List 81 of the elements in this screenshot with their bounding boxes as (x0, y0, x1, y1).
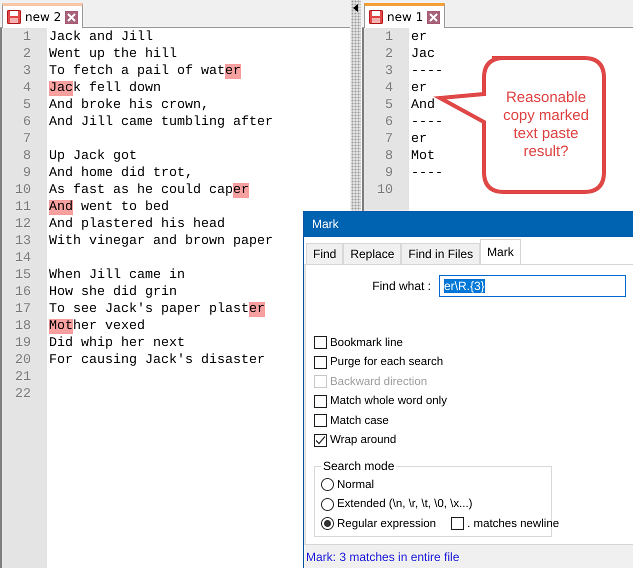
line-number: 5 (22, 98, 31, 113)
option-label: Wrap around (330, 434, 396, 446)
option-label: Backward direction (330, 376, 428, 388)
code-line: Mother vexed (49, 319, 145, 334)
option-label: Match whole word only (330, 395, 447, 408)
option-label: Normal (337, 478, 374, 491)
line-number: 2 (384, 47, 393, 62)
line-number: 1 (384, 30, 393, 45)
line-number: 15 (14, 268, 31, 283)
code-line: er (411, 81, 427, 96)
line-number: 11 (14, 200, 31, 215)
code-line: ---- (411, 166, 443, 181)
dialog-tab[interactable]: Find in Files (401, 243, 480, 264)
code-line: To fetch a pail of water (49, 64, 241, 79)
code-line: Jack and Jill (49, 30, 153, 45)
line-number: 10 (376, 183, 393, 198)
option-label: Regular expression (337, 518, 436, 530)
code-line: And (411, 98, 435, 113)
option-label: Purge for each search (330, 356, 444, 368)
code-line: And went to bed (49, 200, 169, 215)
line-number: 2 (22, 47, 31, 62)
line-number: 1 (22, 30, 31, 45)
code-line: Went up the hill (49, 47, 177, 62)
code-line: Jac (411, 47, 435, 62)
dialog-title: Mark (312, 217, 339, 231)
code-line: Mot (411, 149, 435, 164)
line-number: 18 (14, 319, 31, 334)
code-line: And home did trot, (49, 166, 193, 181)
line-number: 8 (22, 149, 31, 164)
line-number: 3 (384, 64, 393, 79)
callout-text: Reasonable copy marked text paste result? (502, 88, 590, 162)
code-line: ---- (411, 64, 443, 79)
line-number: 13 (14, 234, 31, 249)
line-number: 4 (22, 81, 31, 96)
line-number: 19 (14, 336, 31, 351)
option-label: Bookmark line (330, 336, 403, 349)
code-line: er (411, 30, 427, 45)
code-line: Jack fell down (49, 81, 161, 96)
status-text: Mark: 3 matches in entire file (306, 550, 460, 564)
code-line: And plastered his head (49, 217, 225, 232)
line-number: 17 (14, 302, 31, 317)
code-line: er (411, 132, 427, 147)
code-line: Did whip her next (49, 336, 185, 351)
line-number: 16 (14, 285, 31, 300)
document-tab[interactable]: new 2 (2, 3, 84, 28)
code-line: And Jill came tumbling after (49, 115, 273, 130)
line-number: 3 (22, 64, 31, 79)
code-line: To see Jack's paper plaster (49, 302, 265, 317)
option-label: Match case (330, 414, 389, 427)
group-title: Search mode (321, 459, 396, 473)
line-number: 14 (14, 251, 31, 266)
line-number: 8 (384, 149, 393, 164)
find-what-label: Find what : (371, 279, 432, 293)
line-number: 6 (384, 115, 393, 130)
code-line: As fast as he could caper (49, 183, 249, 198)
line-number: 9 (384, 166, 393, 181)
line-number: 22 (14, 387, 31, 402)
line-number: 5 (384, 98, 393, 113)
code-line: And broke his crown, (49, 98, 209, 113)
line-number: 21 (14, 370, 31, 385)
line-number: 10 (14, 183, 31, 198)
line-number: 7 (384, 132, 393, 147)
line-number: 20 (14, 353, 31, 368)
code-line: For causing Jack's disaster (49, 353, 265, 368)
dialog-tab[interactable]: Replace (343, 243, 402, 264)
dialog-tab[interactable]: Mark (480, 239, 521, 264)
line-number: 6 (22, 115, 31, 130)
find-what-field[interactable]: er\R.{3} (439, 275, 626, 297)
line-number: 4 (384, 81, 393, 96)
code-line: With vinegar and brown paper (49, 234, 273, 249)
option-label: Extended (\n, \r, \t, \0, \x...) (337, 498, 473, 510)
dialog-tab[interactable]: Find (306, 243, 344, 264)
option-label: . matches newline (467, 518, 560, 530)
document-tab[interactable]: new 1 (364, 3, 446, 28)
code-line: ---- (411, 115, 443, 130)
code-line: How she did grin (49, 285, 177, 300)
line-number: 12 (14, 217, 31, 232)
code-line: Up Jack got (49, 149, 137, 164)
code-line: When Jill came in (49, 268, 185, 283)
line-number: 7 (22, 132, 31, 147)
line-number: 9 (22, 166, 31, 181)
